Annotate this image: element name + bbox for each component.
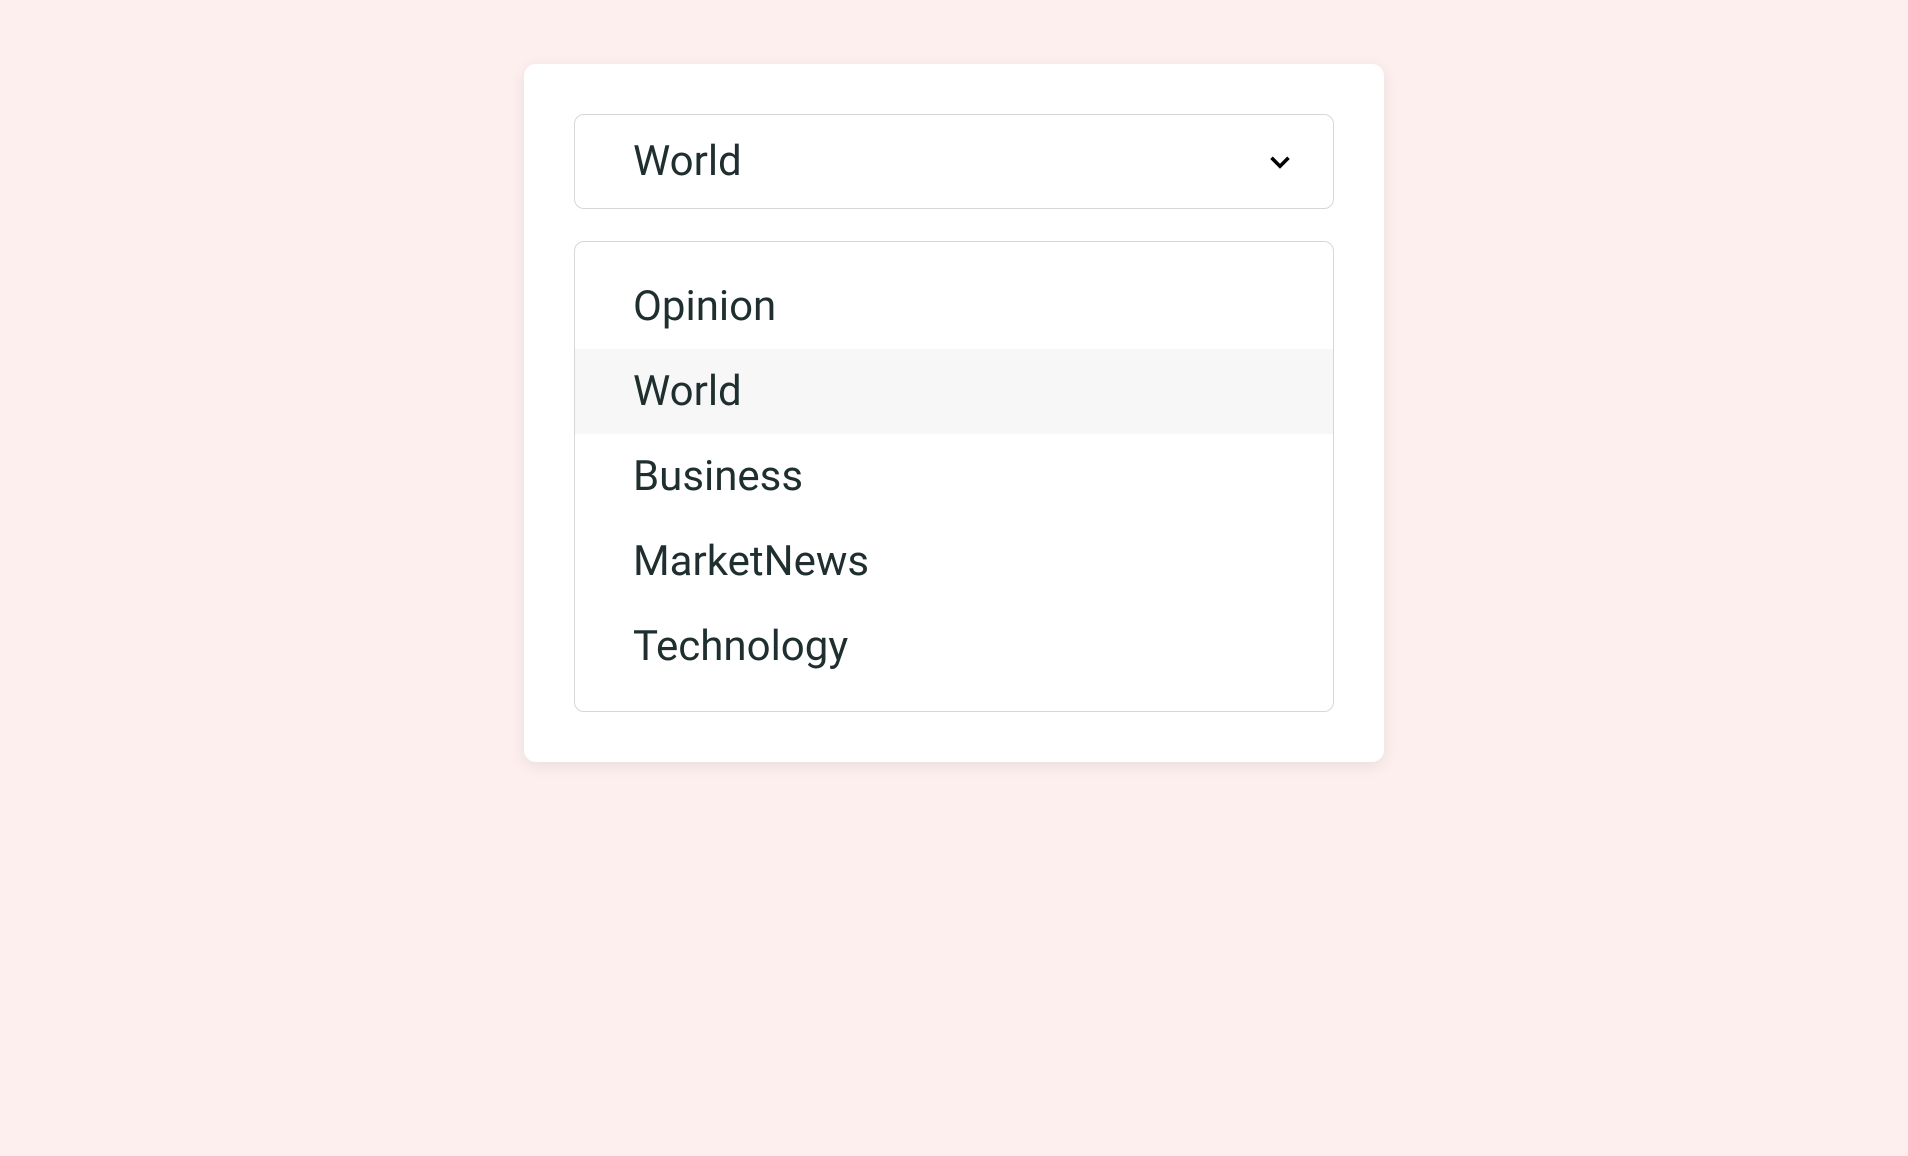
dropdown-option-marketnews[interactable]: MarketNews xyxy=(575,519,1333,604)
dropdown-selected-label: World xyxy=(633,137,742,186)
dropdown-option-world[interactable]: World xyxy=(575,349,1333,434)
dropdown-trigger[interactable]: World xyxy=(574,114,1334,209)
dropdown-option-business[interactable]: Business xyxy=(575,434,1333,519)
dropdown-option-opinion[interactable]: Opinion xyxy=(575,264,1333,349)
dropdown-card: World Opinion World Business MarketNews … xyxy=(524,64,1384,762)
dropdown-option-technology[interactable]: Technology xyxy=(575,604,1333,689)
dropdown-list: Opinion World Business MarketNews Techno… xyxy=(574,241,1334,712)
chevron-down-icon xyxy=(1263,145,1297,179)
